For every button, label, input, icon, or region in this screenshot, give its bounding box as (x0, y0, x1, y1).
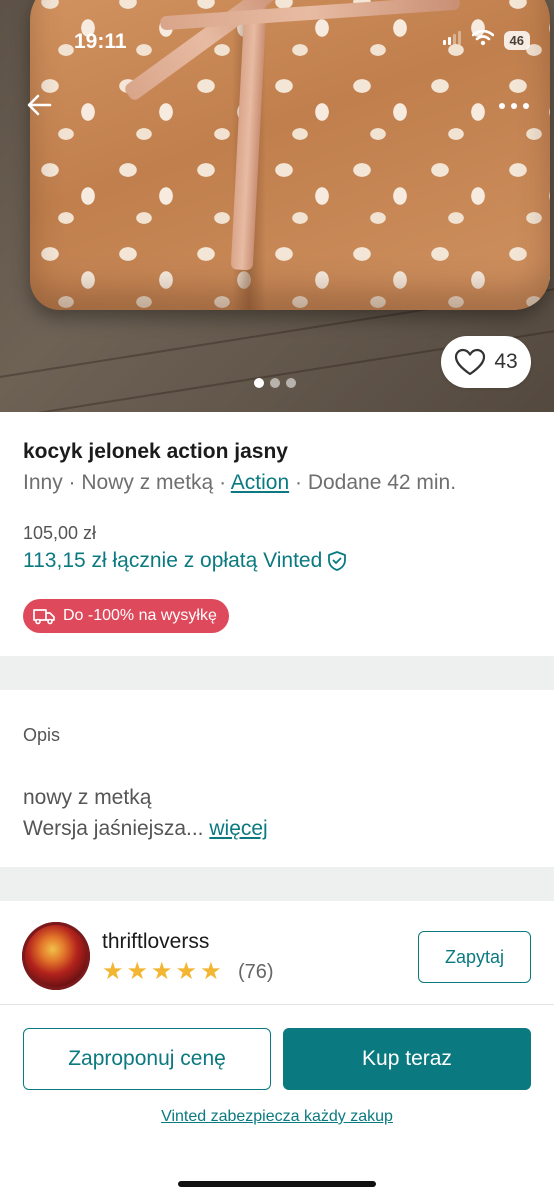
make-offer-button[interactable]: Zaproponuj cenę (23, 1028, 271, 1090)
favourite-button[interactable]: 43 (441, 336, 531, 388)
total-price: 113,15 zł łącznie z opłatą Vinted (23, 549, 323, 572)
more-options-button[interactable] (494, 92, 534, 120)
shipping-discount-badge[interactable]: Do -100% na wysyłkę (23, 599, 229, 633)
seller-avatar[interactable] (22, 922, 90, 990)
item-added-time: Dodane 42 min. (307, 471, 457, 494)
pagination-dot-active (254, 378, 264, 388)
home-indicator (178, 1181, 376, 1187)
wifi-icon (471, 29, 494, 51)
buy-now-button[interactable]: Kup teraz (283, 1028, 531, 1090)
status-time: 19:11 (74, 30, 127, 53)
pagination-dot (270, 378, 280, 388)
description-more-link[interactable]: więcej (209, 817, 267, 840)
shipping-discount-label: Do -100% na wysyłkę (63, 607, 217, 624)
seller-username[interactable]: thriftloverss (102, 930, 209, 954)
back-arrow-icon (27, 94, 52, 116)
total-price-link[interactable]: 113,15 zł łącznie z opłatą Vinted (23, 549, 348, 573)
buyer-protection-link[interactable]: Vinted zabezpiecza każdy zakup (0, 1108, 554, 1126)
favourite-count: 43 (494, 350, 518, 373)
status-bar: 19:11 46 (0, 0, 554, 80)
more-icon (499, 103, 529, 109)
shield-check-icon (328, 551, 347, 571)
item-condition: Nowy z metką (81, 471, 214, 494)
battery-indicator: 46 (503, 31, 530, 50)
description-line: Wersja jaśniejsza... więcej (23, 817, 268, 840)
brand-link[interactable]: Action (231, 471, 289, 494)
item-category: Inny (23, 471, 63, 494)
item-price: 105,00 zł (23, 523, 97, 543)
section-divider (0, 656, 554, 690)
star-icon: ★ (175, 958, 198, 985)
item-title: kocyk jelonek action jasny (23, 440, 288, 463)
pagination-dot (286, 378, 296, 388)
status-icons: 46 (442, 29, 530, 51)
star-icon: ★ (200, 958, 222, 985)
back-button[interactable] (22, 88, 56, 122)
ask-seller-button[interactable]: Zapytaj (418, 931, 531, 983)
signal-icon (442, 31, 462, 50)
truck-icon (33, 609, 55, 625)
star-icon: ★ (126, 958, 149, 985)
seller-review-count[interactable]: (76) (238, 961, 274, 984)
gallery-pagination (254, 378, 296, 388)
star-icon: ★ (151, 958, 173, 985)
description-heading: Opis (23, 725, 61, 745)
star-icon: ★ (102, 958, 124, 985)
heart-icon (455, 348, 486, 376)
item-meta: Inny · Nowy z metką · Action · Dodane 42… (23, 471, 457, 494)
seller-rating-stars: ★ ★ ★ ★ ★ (102, 959, 222, 985)
section-divider (0, 867, 554, 901)
description-line: nowy z metką (23, 786, 152, 809)
